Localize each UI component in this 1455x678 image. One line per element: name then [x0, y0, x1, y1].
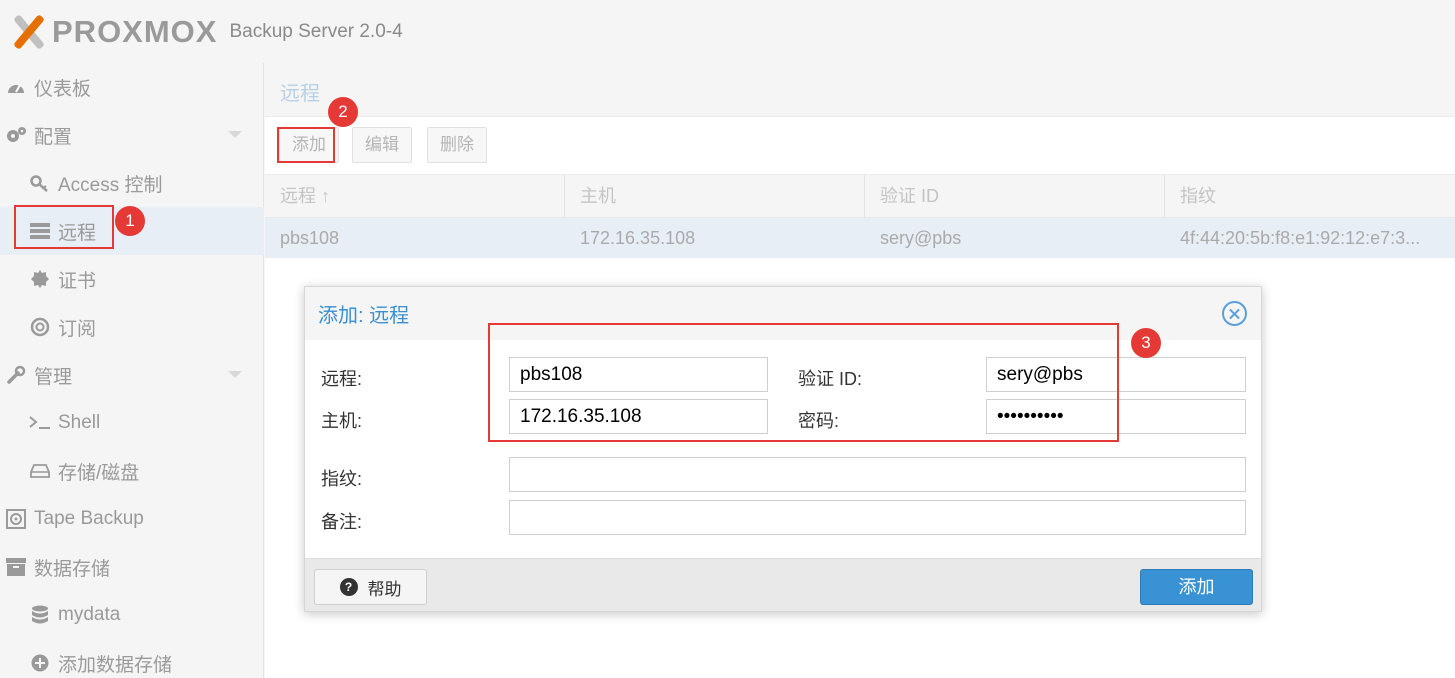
- help-button-label: 帮助: [367, 579, 402, 599]
- cell-host: 172.16.35.108: [580, 228, 696, 248]
- sidebar-item-subscription[interactable]: 订阅: [0, 303, 264, 351]
- tape-icon: [4, 509, 28, 529]
- sidebar-item-tape-backup[interactable]: Tape Backup: [0, 495, 264, 543]
- sidebar-item-administration[interactable]: 管理: [0, 351, 264, 399]
- gears-icon: [4, 126, 28, 144]
- sidebar-item-access-control[interactable]: Access 控制: [0, 159, 264, 207]
- column-header-remote[interactable]: 远程 ↑: [265, 175, 565, 218]
- sidebar-item-label: 配置: [34, 126, 73, 148]
- toolbar: 添加 编辑 删除: [265, 118, 1455, 174]
- support-icon: [28, 317, 52, 337]
- proxmox-logo[interactable]: PROXMOX: [0, 14, 217, 50]
- terminal-icon: [28, 416, 52, 430]
- question-circle-icon: ?: [339, 578, 358, 596]
- dialog-footer: ? 帮助 添加: [305, 558, 1261, 611]
- sidebar-item-mydata[interactable]: mydata: [0, 591, 264, 639]
- certificate-icon: [28, 270, 52, 288]
- page-title: 远程: [280, 83, 320, 105]
- plus-circle-icon: [28, 654, 52, 672]
- annotation-highlight-add: [277, 127, 335, 163]
- sidebar-item-shell[interactable]: Shell: [0, 399, 264, 447]
- sidebar-item-label: 管理: [34, 366, 73, 388]
- comment-field[interactable]: [509, 500, 1246, 535]
- submit-add-button[interactable]: 添加: [1140, 569, 1253, 605]
- app-header: PROXMOX Backup Server 2.0-4: [0, 0, 1455, 63]
- comment-label: 备注:: [321, 512, 363, 532]
- sidebar-item-label: 订阅: [58, 318, 97, 340]
- sidebar-item-certificates[interactable]: 证书: [0, 255, 264, 303]
- sidebar-item-label: Access 控制: [58, 174, 163, 196]
- sidebar-item-label: 证书: [58, 270, 97, 292]
- cell-auth-id: sery@pbs: [880, 228, 962, 248]
- logo-wordmark: PROXMOX: [52, 13, 218, 49]
- sidebar-item-storage-disks[interactable]: 存储/磁盘: [0, 447, 264, 495]
- sidebar-item-label: 添加数据存储: [58, 654, 173, 676]
- annotation-highlight-fields: [488, 323, 1119, 442]
- column-header-host[interactable]: 主机: [565, 175, 865, 218]
- sidebar-item-label: mydata: [58, 604, 121, 625]
- proxmox-x-icon: [6, 13, 50, 50]
- sidebar-item-configuration[interactable]: 配置: [0, 111, 264, 159]
- sidebar-item-datastore[interactable]: 数据存储: [0, 543, 264, 591]
- help-button[interactable]: ? 帮助: [314, 569, 427, 605]
- app-title: Backup Server 2.0-4: [229, 20, 403, 42]
- chevron-down-icon[interactable]: [228, 371, 242, 378]
- sidebar-item-label: Tape Backup: [34, 508, 144, 529]
- sidebar-item-label: 数据存储: [34, 558, 111, 580]
- column-header-fingerprint[interactable]: 指纹: [1165, 175, 1455, 218]
- close-icon[interactable]: [1222, 301, 1247, 326]
- edit-button[interactable]: 编辑: [352, 127, 412, 163]
- cell-remote: pbs108: [280, 228, 340, 248]
- sidebar-item-add-datastore[interactable]: 添加数据存储: [0, 639, 264, 678]
- wrench-icon: [4, 365, 28, 385]
- sidebar-item-label: Shell: [58, 412, 101, 433]
- archive-icon: [4, 558, 28, 576]
- sidebar-item-label: 仪表板: [34, 78, 92, 100]
- sidebar: 仪表板 配置 Access 控制 远程 证书 订阅 管理 Shell 存储/磁盘…: [0, 63, 264, 678]
- table-row[interactable]: pbs108 172.16.35.108 sery@pbs 4f:44:20:5…: [265, 218, 1455, 258]
- dialog-title: 添加: 远程: [318, 305, 410, 327]
- dashboard-icon: [4, 79, 28, 95]
- sidebar-item-dashboard[interactable]: 仪表板: [0, 63, 264, 111]
- annotation-badge-2: 2: [328, 97, 358, 127]
- annotation-badge-3: 3: [1131, 328, 1161, 358]
- remove-button[interactable]: 删除: [427, 127, 487, 163]
- annotation-badge-1: 1: [115, 206, 145, 236]
- host-label: 主机:: [321, 411, 363, 431]
- cell-fingerprint: 4f:44:20:5b:f8:e1:92:12:e7:3...: [1180, 228, 1421, 248]
- key-icon: [28, 174, 52, 192]
- column-header-auth-id[interactable]: 验证 ID: [865, 175, 1165, 218]
- grid-header: 远程 ↑ 主机 验证 ID 指纹: [265, 174, 1455, 218]
- hdd-icon: [28, 464, 52, 478]
- remote-label: 远程:: [321, 369, 363, 389]
- sidebar-item-label: 存储/磁盘: [58, 462, 140, 484]
- fingerprint-field[interactable]: [509, 457, 1246, 492]
- chevron-down-icon[interactable]: [228, 131, 242, 138]
- fingerprint-label: 指纹:: [321, 469, 363, 489]
- annotation-highlight-remotes: [14, 205, 114, 249]
- database-icon: [28, 605, 52, 625]
- panel-title-bar: 远程: [265, 63, 1455, 117]
